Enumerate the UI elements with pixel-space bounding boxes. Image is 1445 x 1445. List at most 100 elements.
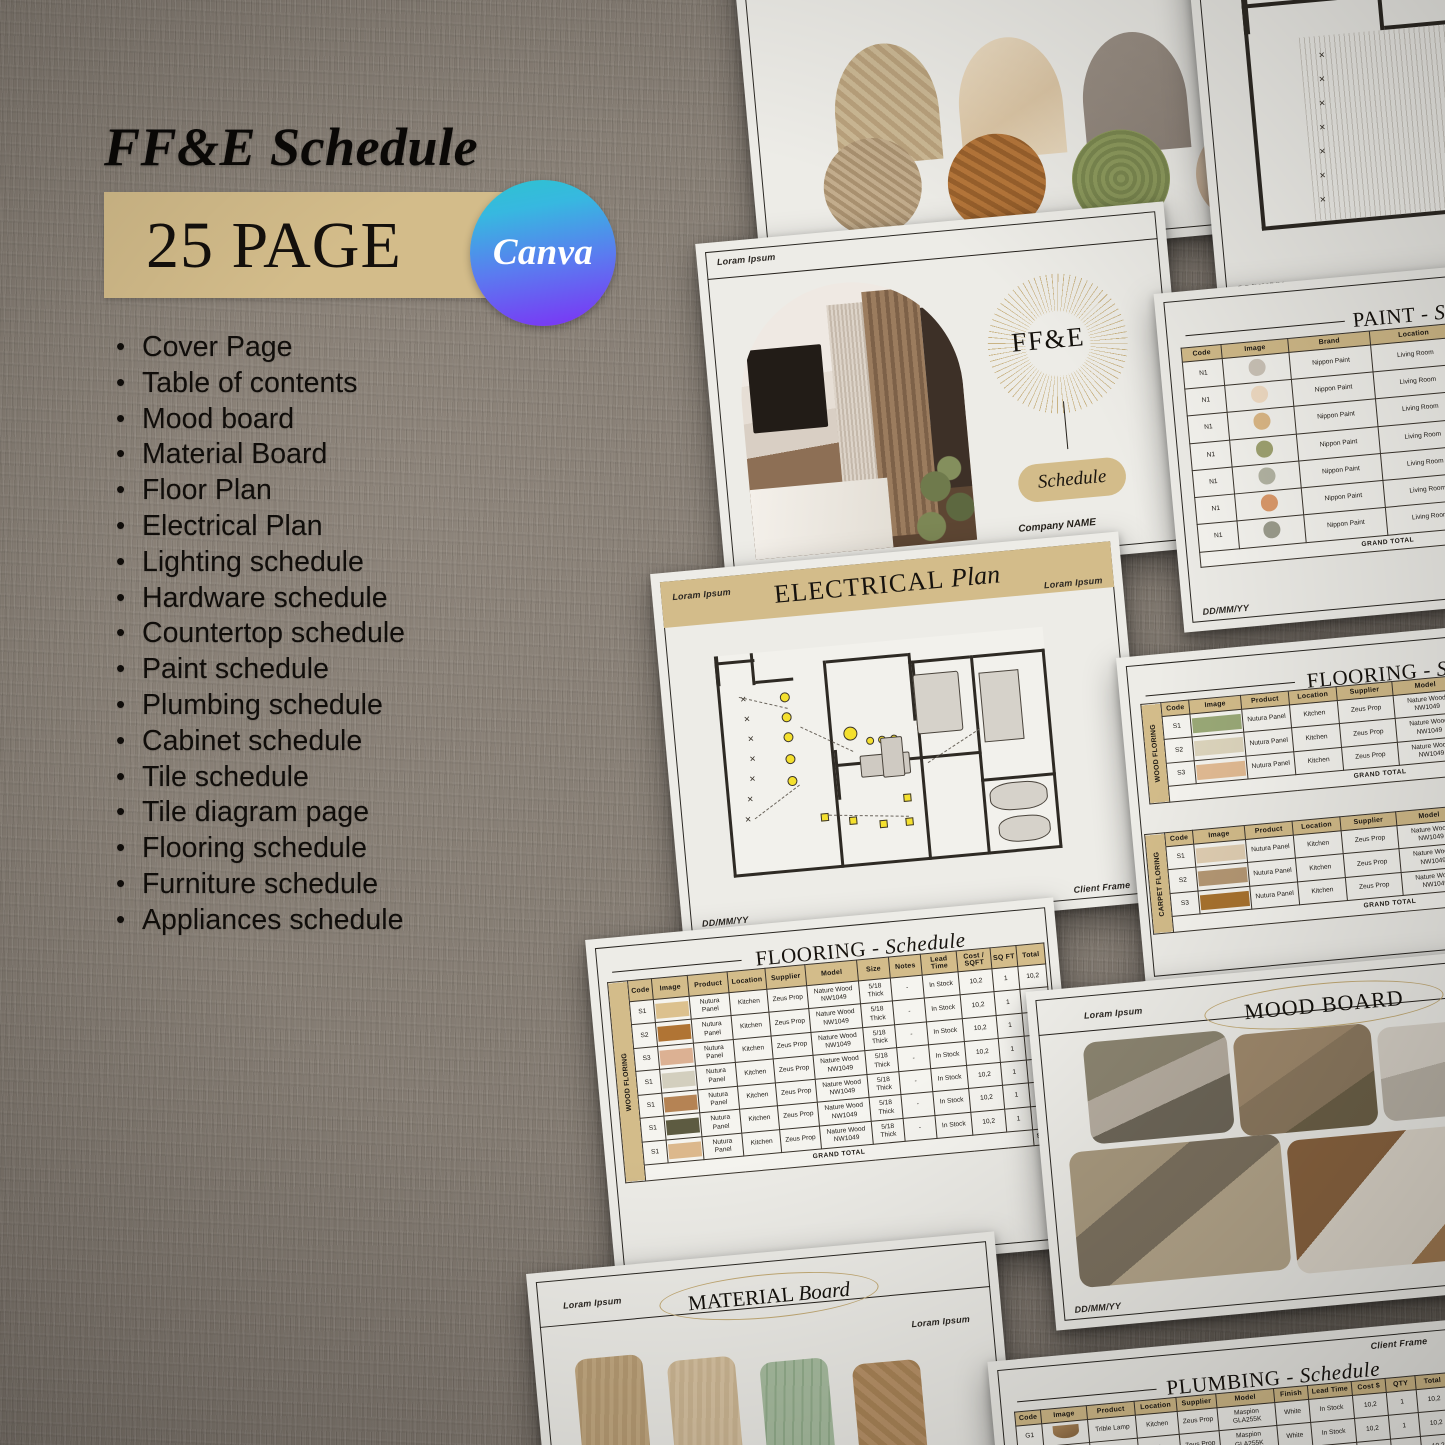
- cell-notes: -: [892, 998, 927, 1025]
- cell-code: S1: [629, 999, 656, 1026]
- cell-total: 10,2: [1416, 1386, 1445, 1414]
- swatch: [1247, 358, 1266, 377]
- cell-sqft: 1: [1002, 1083, 1031, 1110]
- ffe-title: FF&E: [1010, 321, 1087, 358]
- swatch: [1195, 843, 1246, 864]
- cell-code: S1: [642, 1139, 669, 1166]
- cell-lead-time: In Stock: [926, 1018, 965, 1046]
- swatch: [659, 1047, 694, 1066]
- cell-size: 5/18 Thick: [860, 1001, 895, 1028]
- swatch: [661, 1070, 696, 1089]
- cell-lead-time: In Stock: [922, 971, 961, 999]
- swatch: [655, 1000, 690, 1019]
- cell-image: [1041, 1419, 1090, 1445]
- cell-total: 10,2: [1420, 1433, 1445, 1445]
- list-item: Paint schedule: [112, 651, 592, 688]
- cell-size: 5/18 Thick: [858, 978, 893, 1005]
- cell-image: [663, 1113, 702, 1140]
- cell-image: [657, 1043, 696, 1070]
- cell-code: N1: [1189, 439, 1233, 471]
- cell-size: 5/18 Thick: [869, 1094, 904, 1122]
- cell-code: S1: [640, 1116, 667, 1142]
- cell-lead-time: In Stock: [1310, 1418, 1357, 1445]
- material-title-main: MATERIAL: [687, 1280, 800, 1315]
- cell-lead-time: In Stock: [928, 1041, 967, 1069]
- cell-code: N1: [1192, 467, 1235, 498]
- feature-list: Cover Page Table of contents Mood board …: [112, 329, 592, 939]
- cell-sqft: 1: [994, 989, 1023, 1016]
- mood-image-kitchen: [1286, 1121, 1445, 1275]
- cell-code: S2: [631, 1022, 658, 1049]
- swatch: [1249, 385, 1269, 404]
- cell-notes: -: [890, 975, 925, 1002]
- th-code: Code: [627, 978, 654, 1002]
- card-bedroom-plan[interactable]: BEDTHROOM ✕ ✕ ✕ ✕ ✕ ✕ ✕ ✕ ✕ ✕ ✕ DD/MM/YY: [1182, 0, 1445, 311]
- cell-image: [659, 1066, 698, 1094]
- cell-finish: White: [1276, 1422, 1313, 1445]
- cell-notes: -: [898, 1068, 933, 1095]
- flooring-main-table[interactable]: WOOD FLORING Code Image Product Location Supp…: [607, 942, 1062, 1183]
- card-mood-board[interactable]: Loram Ipsum MOOD BOARD DD/MM/YY Client F…: [1025, 949, 1445, 1331]
- cell-qty: 1: [1386, 1389, 1419, 1416]
- card-flooring-schedule-right[interactable]: FLOORING - Schedule WOOD FLORING Code Imag…: [1116, 615, 1445, 987]
- swatch: [1196, 760, 1247, 780]
- cell-cost-sqft: 10,2: [970, 1109, 1007, 1136]
- cell-cost-sqft: 10,2: [960, 992, 997, 1019]
- cell-image: [666, 1136, 705, 1164]
- canva-logo-badge: Canva: [470, 180, 616, 326]
- swatch: [1257, 466, 1276, 486]
- cell-model: Nature Wood NW1049: [1401, 866, 1445, 896]
- bedroom-floorplan: ✕ ✕ ✕ ✕ ✕ ✕ ✕ ✕ ✕ ✕ ✕: [1240, 0, 1445, 231]
- schedule-pill-label: Schedule: [1036, 465, 1108, 493]
- cell-total: 10,2: [1418, 1409, 1445, 1437]
- cell-code: N1: [1187, 412, 1230, 444]
- swatch: [663, 1094, 698, 1113]
- card-paint-schedule[interactable]: PAINT - Schedule Code Image Brand Locati…: [1153, 251, 1445, 633]
- promo-panel: FF&E Schedule 25 PAGE Canva Cover Page T…: [0, 0, 660, 1445]
- th-sq-ft: SQ FT: [989, 945, 1018, 969]
- cell-code: N1: [1197, 521, 1240, 553]
- mood-image-hall: [1376, 1018, 1445, 1122]
- cell-code: S3: [1170, 890, 1201, 917]
- cell-lead-time: In Stock: [924, 995, 963, 1022]
- cell-location: Kitchen: [739, 1106, 780, 1133]
- cell-location: Kitchen: [741, 1129, 782, 1157]
- cell-cost: 10,2: [1352, 1392, 1389, 1419]
- swatch: [1191, 713, 1242, 734]
- cell-cost-sqft: 10,2: [962, 1015, 999, 1042]
- cell-code: N1: [1184, 385, 1228, 417]
- mood-image-bedroom: [1082, 1030, 1236, 1145]
- cell-size: 5/18 Thick: [866, 1071, 901, 1098]
- list-item: Appliances schedule: [112, 902, 592, 939]
- cell-notes: -: [894, 1021, 929, 1049]
- cell-sqft: 1: [1000, 1059, 1029, 1086]
- cell-code: S1: [635, 1069, 662, 1096]
- cell-cost: 10,2: [1354, 1415, 1391, 1443]
- cell-code: G1: [1015, 1423, 1044, 1445]
- cell-notes: -: [896, 1045, 931, 1072]
- cell-finish: White: [1274, 1399, 1311, 1426]
- cell-location: Kitchen: [735, 1059, 776, 1087]
- cell-code: S1: [637, 1093, 664, 1119]
- mood-image-dining: [1068, 1133, 1292, 1289]
- card-flooring-schedule-main[interactable]: FLOORING - Schedule WOOD FLORING Code Imag…: [585, 897, 1085, 1289]
- list-item: Cover Page: [112, 329, 592, 366]
- swatch: [1252, 412, 1271, 431]
- cell-location: Kitchen: [728, 989, 769, 1017]
- swatch: [1193, 737, 1245, 757]
- cell-code: S3: [633, 1046, 660, 1072]
- list-item: Tile schedule: [112, 759, 592, 796]
- swatch: [1254, 439, 1274, 459]
- card-ffe-cover[interactable]: Loram Ipsum FF&E Schedule Company NAME: [695, 201, 1195, 591]
- cell-code: S2: [1167, 867, 1198, 894]
- cell-sqft: 1: [991, 966, 1020, 993]
- cell-size: 5/18 Thick: [862, 1024, 897, 1052]
- cell-lead-time: In Stock: [932, 1088, 971, 1116]
- list-item: Plumbing schedule: [112, 687, 592, 724]
- card-electrical-plan[interactable]: ELECTRICAL Plan Loram Ipsum Loram Ipsum …: [650, 531, 1152, 945]
- cell-code: S1: [1165, 844, 1196, 871]
- cell-cost-sqft: 10,2: [964, 1038, 1001, 1066]
- cell-code: N1: [1182, 358, 1225, 390]
- cell-cost-sqft: 10,2: [968, 1085, 1005, 1113]
- paint-schedule-table[interactable]: Code Image Brand Location Color & Number…: [1181, 308, 1445, 568]
